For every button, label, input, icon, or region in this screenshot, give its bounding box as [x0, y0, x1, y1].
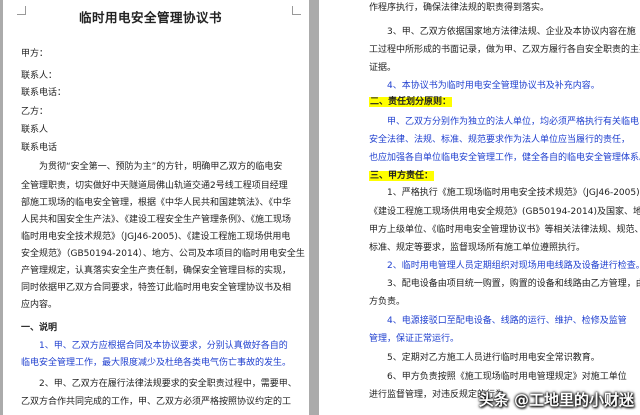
- body-line: 临时用电安全技术规范》（JGJ46-2005)、《建设工程施工现场供用电: [21, 232, 291, 242]
- body-line: 5、定期对乙方施工人员进行临时用电安全常识教育。: [387, 353, 600, 363]
- page-corner-mark: [17, 6, 26, 15]
- section-heading-highlight: 三、甲方责任：: [369, 171, 435, 181]
- document-title: 临时用电安全管理协议书: [79, 10, 223, 25]
- party-a-phone: 联系电话：: [21, 88, 67, 98]
- page-corner-mark: [292, 6, 301, 15]
- document-page-left: 临时用电安全管理协议书 甲方： 联系人： 联系电话： 乙方： 联系人 联系电话 …: [3, 0, 309, 415]
- party-b-phone: 联系电话: [21, 143, 58, 153]
- party-b-contact: 联系人: [21, 125, 49, 135]
- party-a-label: 甲方：: [21, 49, 49, 59]
- body-line-blue: 4、电源接驳口至配电设备、线路的运行、维护、检修及监管: [387, 316, 627, 326]
- body-line: 人民共和国安全生产法》、《建设工程安全生产管理条例》、《施工现场: [21, 215, 292, 225]
- body-line: 3、配电设备由项目统一购置，购置的设备和线路由乙方管理，由甲: [387, 279, 640, 289]
- body-line: 作程序执行，确保法律法规的职责得到落实。: [369, 3, 550, 13]
- section-heading-party-a: 三、甲方责任：: [369, 171, 435, 182]
- body-line-blue: 也应加强各自单位临电安全管理工作，健全各自的临电安全管理体系。: [369, 153, 640, 163]
- body-line: 全管理职责，切实做好中天隧道局佛山轨道交通2号线工程项目经理: [21, 181, 288, 191]
- party-b-label: 乙方：: [21, 107, 49, 117]
- body-line: 2、甲、乙双方在履行法律法规要求的安全职责过程中，需要甲、: [39, 379, 297, 389]
- body-line-blue: 甲、乙双方分别作为独立的法人单位，均必须严格执行有关临电: [387, 117, 640, 127]
- body-line-blue: 管理，保证正常运行。: [369, 334, 460, 344]
- party-a-contact: 联系人：: [21, 71, 58, 81]
- body-line: 1、严格执行《施工现场临时用电安全技术规范》（JGJ46-2005)、: [387, 188, 640, 198]
- body-line: 《建设工程施工现场供用电安全规范》(GB50194-2014)及国家、地方、: [369, 207, 640, 217]
- body-line: 同时依据甲乙双方合同要求，特签订此临时用电安全管理协议书及相: [21, 283, 292, 293]
- body-line: 3、甲、乙双方依据国家地方法律法规、企业及本协议内容在施: [387, 27, 636, 37]
- body-line: 工过程中所形成的书面记录，做为甲、乙双方履行各自安全职责的主要: [369, 45, 640, 55]
- watermark-caption: 头条 @工地里的小财迷: [478, 391, 634, 409]
- body-line: 标准、规定等要求，监督现场所有施工单位遵照执行。: [369, 243, 586, 253]
- section-heading-responsibility: 二、责任划分原则：: [369, 97, 453, 108]
- body-line: 应内容。: [21, 300, 58, 310]
- body-line: 证据。: [369, 63, 397, 73]
- body-line: 方负责。: [369, 297, 406, 307]
- body-line: 6、甲方负责按照《施工现场临时用电管理规定》对施工单位: [387, 372, 627, 382]
- section-heading-highlight: 二、责任划分原则：: [369, 97, 453, 107]
- body-line-blue: 临电安全管理工作，最大限度减少及杜绝各类电气伤亡事故的发生。: [21, 358, 292, 368]
- body-line: 部施工现场的临电安全管理，根据《中华人民共和国建筑法》、《中华: [21, 198, 292, 208]
- section-heading-explanation: 一、说明: [21, 323, 58, 333]
- body-line: 产管理规定，认真落实安全生产责任制，确保安全管理目标的实现，: [21, 266, 292, 276]
- body-line-blue: 4、本协议书为临时用电安全管理协议书及补充内容。: [387, 81, 600, 91]
- body-line: 为贯彻“安全第一、预防为主”的方针，明确甲乙双方的临电安: [39, 162, 283, 172]
- document-page-right: 作程序执行，确保法律法规的职责得到落实。 3、甲、乙双方依据国家地方法律法规、企…: [319, 0, 640, 415]
- body-line-blue: 1、甲、乙双方应根据合同及本协议要求，分别认真做好各自的: [39, 341, 288, 351]
- body-line-blue: 2、临时用电管理人员定期组织对现场用电线路及设备进行检查。: [387, 261, 640, 271]
- body-line: 安全规范》（GB50194-2014）、地方、公司及本项目的临时用电安全生: [21, 249, 305, 259]
- body-line: 甲方上级单位、《临时用电安全管理协议书》等相关法律法规、规范、: [369, 225, 640, 235]
- body-line-blue: 安全法律、法规、标准、规范要求作为法人单位应当履行的责任，: [369, 135, 631, 145]
- body-line: 乙双方合作共同完成的工作，甲、乙双方必须严格按照协议约定的工: [21, 397, 292, 407]
